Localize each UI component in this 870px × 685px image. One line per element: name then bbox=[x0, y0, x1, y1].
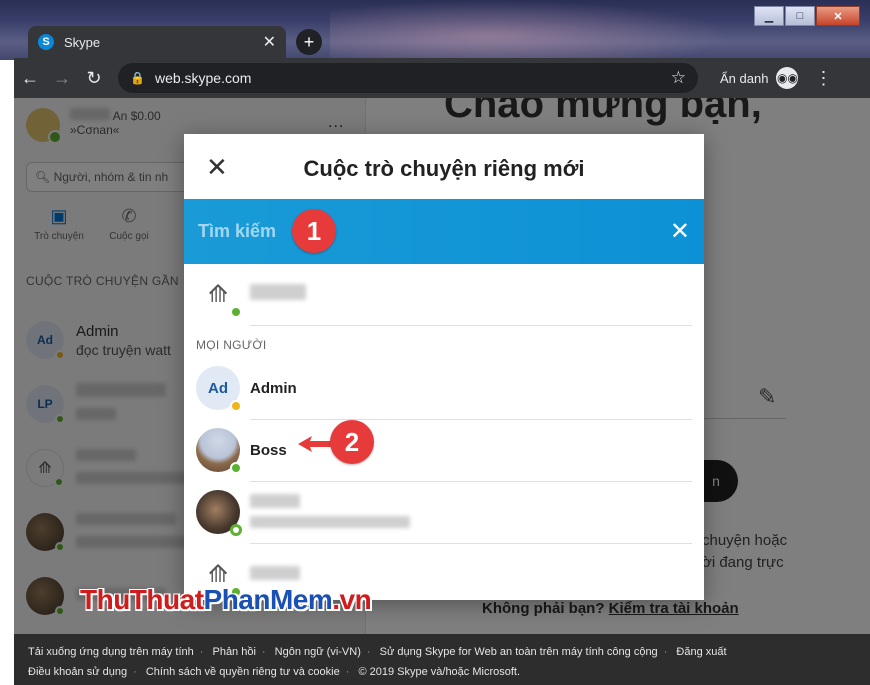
footer-link-privacy[interactable]: Chính sách về quyền riêng tư và cookie bbox=[146, 666, 340, 678]
browser-tab[interactable]: S Skype ✕ bbox=[28, 26, 286, 58]
skype-favicon-icon: S bbox=[38, 34, 54, 50]
reload-icon[interactable]: ↻ bbox=[78, 68, 110, 89]
contact-name: Boss bbox=[250, 442, 287, 459]
people-list: ⟰ MỌI NGƯỜI Ad Admin Boss ⟰ bbox=[184, 264, 704, 600]
address-bar[interactable]: 🔒 web.skype.com ☆ bbox=[118, 63, 698, 93]
watermark-part-1: ThuThuat bbox=[80, 584, 204, 615]
incognito-label: Ẩn danh bbox=[720, 70, 769, 86]
tab-close-icon[interactable]: ✕ bbox=[263, 32, 276, 52]
avatar: Ad bbox=[196, 366, 242, 412]
lock-icon: 🔒 bbox=[130, 71, 145, 85]
contact-boss[interactable]: Boss bbox=[184, 420, 704, 482]
maximize-button[interactable]: □ bbox=[785, 6, 815, 26]
footer-line-2: Điều khoản sử dụng · Chính sách về quyền … bbox=[28, 666, 521, 678]
new-tab-button[interactable]: + bbox=[296, 29, 322, 55]
tab-title: Skype bbox=[64, 34, 101, 50]
people-group-label: MỌI NGƯỜI bbox=[196, 338, 267, 352]
forward-arrow-icon[interactable]: → bbox=[46, 68, 78, 89]
tree-avatar-icon: ⟰ bbox=[196, 272, 242, 318]
status-online-icon bbox=[230, 462, 242, 474]
list-item[interactable]: ⟰ bbox=[184, 264, 704, 326]
avatar-initials: Ad bbox=[208, 379, 228, 397]
list-item[interactable] bbox=[184, 482, 704, 544]
avatar bbox=[196, 428, 242, 474]
back-arrow-icon[interactable]: ← bbox=[14, 68, 46, 89]
blurred-name bbox=[250, 284, 306, 300]
watermark-part-2: PhanMem bbox=[203, 584, 333, 615]
step-badge-1: 1 bbox=[292, 209, 336, 253]
footer: Tải xuống ứng dụng trên máy tính · Phản h… bbox=[14, 634, 870, 685]
pointer-arrow-icon bbox=[298, 436, 334, 452]
contact-admin[interactable]: Ad Admin bbox=[184, 358, 704, 420]
watermark-part-3: .vn bbox=[332, 584, 372, 615]
status-away-icon bbox=[230, 400, 242, 412]
avatar bbox=[196, 490, 242, 536]
watermark-logo: ThuThuatPhanMem.vn bbox=[80, 584, 372, 616]
footer-copyright: © 2019 Skype và/hoặc Microsoft. bbox=[358, 666, 521, 678]
footer-link-terms[interactable]: Điều khoản sử dụng bbox=[28, 666, 127, 678]
footer-line-1: Tải xuống ứng dụng trên máy tính · Phản h… bbox=[28, 646, 727, 658]
divider bbox=[250, 325, 692, 326]
menu-dots-icon[interactable]: ⋮ bbox=[814, 68, 832, 89]
blurred-name bbox=[250, 494, 300, 508]
window-controls: ▁ □ ✕ bbox=[753, 6, 860, 26]
status-online-icon bbox=[230, 524, 242, 536]
search-input[interactable]: Tìm kiếm bbox=[198, 221, 276, 242]
footer-link-feedback[interactable]: Phản hồi bbox=[212, 646, 255, 658]
url-text: web.skype.com bbox=[154, 70, 252, 86]
footer-link-download[interactable]: Tải xuống ứng dụng trên máy tính bbox=[28, 646, 194, 658]
footer-link-safe-use[interactable]: Sử dụng Skype for Web an toàn trên máy t… bbox=[380, 646, 658, 658]
step-badge-2: 2 bbox=[330, 420, 374, 464]
incognito-icon[interactable]: ◉◉ bbox=[776, 67, 799, 89]
search-bar[interactable]: Tìm kiếm ✕ bbox=[184, 199, 704, 264]
blurred-name bbox=[250, 566, 300, 580]
dialog-title: Cuộc trò chuyện riêng mới bbox=[303, 156, 585, 181]
status-online-icon bbox=[230, 306, 242, 318]
footer-link-language[interactable]: Ngôn ngữ (vi-VN) bbox=[275, 646, 361, 658]
contact-name: Admin bbox=[250, 380, 297, 397]
footer-link-signout[interactable]: Đăng xuất bbox=[676, 646, 726, 658]
new-private-chat-dialog: ✕ Cuộc trò chuyện riêng mới Tìm kiếm ✕ 1… bbox=[184, 134, 704, 600]
browser-toolbar: ← → ↻ 🔒 web.skype.com ☆ Ẩn danh ◉◉ ⋮ bbox=[14, 58, 870, 98]
close-window-button[interactable]: ✕ bbox=[816, 6, 860, 26]
clear-search-icon[interactable]: ✕ bbox=[670, 217, 690, 246]
blurred-preview bbox=[250, 516, 410, 528]
minimize-button[interactable]: ▁ bbox=[754, 6, 784, 26]
star-icon[interactable]: ☆ bbox=[671, 68, 686, 88]
